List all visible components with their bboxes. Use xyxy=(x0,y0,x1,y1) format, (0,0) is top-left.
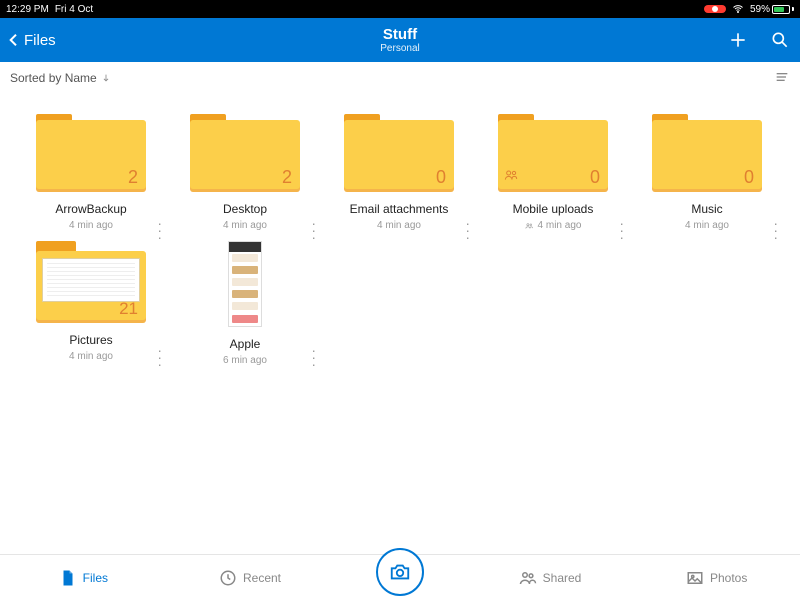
item-name: ArrowBackup xyxy=(55,202,126,216)
tab-photos-label: Photos xyxy=(710,571,747,585)
add-button[interactable] xyxy=(728,30,748,50)
sort-bar: Sorted by Name xyxy=(0,62,800,94)
list-view-icon xyxy=(774,69,790,85)
item-meta: 4 min ago xyxy=(223,220,267,231)
file-grid: 2 ArrowBackup 4 min ago ··· 2 Desktop 4 … xyxy=(0,94,800,386)
wifi-icon xyxy=(732,3,744,15)
tab-recent[interactable]: Recent xyxy=(167,569,334,587)
item-name: Mobile uploads xyxy=(513,202,594,216)
people-icon xyxy=(525,221,535,231)
grid-item: Apple 6 min ago ··· xyxy=(168,241,322,366)
back-label: Files xyxy=(24,32,56,49)
more-button[interactable]: ··· xyxy=(311,347,316,368)
grid-item: 2 ArrowBackup 4 min ago ··· xyxy=(14,114,168,231)
more-button[interactable]: ··· xyxy=(619,220,624,241)
more-button[interactable]: ··· xyxy=(157,347,162,368)
tab-files[interactable]: Files xyxy=(0,569,167,587)
item-name: Music xyxy=(691,202,722,216)
file-icon xyxy=(59,569,77,587)
item-meta: 4 min ago xyxy=(69,351,113,362)
view-toggle-button[interactable] xyxy=(774,69,790,88)
chevron-left-icon xyxy=(6,32,22,48)
grid-item: 0 Email attachments 4 min ago ··· xyxy=(322,114,476,231)
item-meta: 4 min ago xyxy=(525,220,582,231)
more-button[interactable]: ··· xyxy=(157,220,162,241)
people-icon xyxy=(519,569,537,587)
more-button[interactable]: ··· xyxy=(773,220,778,241)
status-bar: 12:29 PM Fri 4 Oct 59% xyxy=(0,0,800,18)
nav-bar: Files Stuff Personal xyxy=(0,18,800,62)
camera-icon xyxy=(389,561,411,583)
back-button[interactable]: Files xyxy=(0,32,56,49)
tab-shared[interactable]: Shared xyxy=(467,569,634,587)
tab-recent-label: Recent xyxy=(243,571,281,585)
clock-icon xyxy=(219,569,237,587)
grid-item: 21 Pictures 4 min ago ··· xyxy=(14,241,168,366)
arrow-down-icon xyxy=(101,73,111,83)
more-button[interactable]: ··· xyxy=(465,220,470,241)
item-meta: 4 min ago xyxy=(377,220,421,231)
tab-photos[interactable]: Photos xyxy=(633,569,800,587)
folder-count: 21 xyxy=(119,299,138,319)
battery-indicator: 59% xyxy=(750,4,794,15)
item-name: Desktop xyxy=(223,202,267,216)
sort-label: Sorted by Name xyxy=(10,71,97,85)
shared-badge-icon xyxy=(504,168,520,186)
folder-icon[interactable]: 0 xyxy=(652,114,762,192)
status-date: Fri 4 Oct xyxy=(55,4,93,15)
more-button[interactable]: ··· xyxy=(311,220,316,241)
search-button[interactable] xyxy=(770,30,790,50)
recording-indicator xyxy=(704,5,726,13)
folder-icon[interactable]: 2 xyxy=(190,114,300,192)
status-time: 12:29 PM xyxy=(6,4,49,15)
folder-count: 0 xyxy=(744,167,754,188)
item-meta: 4 min ago xyxy=(69,220,113,231)
item-name: Email attachments xyxy=(350,202,449,216)
folder-icon[interactable]: 0 xyxy=(498,114,608,192)
grid-item: 0 Music 4 min ago ··· xyxy=(630,114,784,231)
tab-files-label: Files xyxy=(83,571,108,585)
page-title: Stuff xyxy=(380,26,419,43)
tab-bar: Files Recent Shared Photos xyxy=(0,554,800,600)
item-name: Apple xyxy=(230,337,261,351)
item-meta: 6 min ago xyxy=(223,355,267,366)
folder-icon[interactable]: 2 xyxy=(36,114,146,192)
camera-button[interactable] xyxy=(376,548,424,596)
battery-percent: 59% xyxy=(750,4,770,15)
folder-count: 2 xyxy=(282,167,292,188)
photo-icon xyxy=(686,569,704,587)
item-name: Pictures xyxy=(69,333,112,347)
grid-item: 0 Mobile uploads 4 min ago ··· xyxy=(476,114,630,231)
page-subtitle: Personal xyxy=(380,43,419,54)
sort-button[interactable]: Sorted by Name xyxy=(10,71,111,85)
file-thumbnail[interactable] xyxy=(228,241,262,327)
folder-icon[interactable]: 0 xyxy=(344,114,454,192)
folder-count: 0 xyxy=(590,167,600,188)
folder-count: 2 xyxy=(128,167,138,188)
folder-icon[interactable]: 21 xyxy=(36,241,146,323)
grid-item: 2 Desktop 4 min ago ··· xyxy=(168,114,322,231)
item-meta: 4 min ago xyxy=(685,220,729,231)
folder-count: 0 xyxy=(436,167,446,188)
tab-shared-label: Shared xyxy=(543,571,582,585)
